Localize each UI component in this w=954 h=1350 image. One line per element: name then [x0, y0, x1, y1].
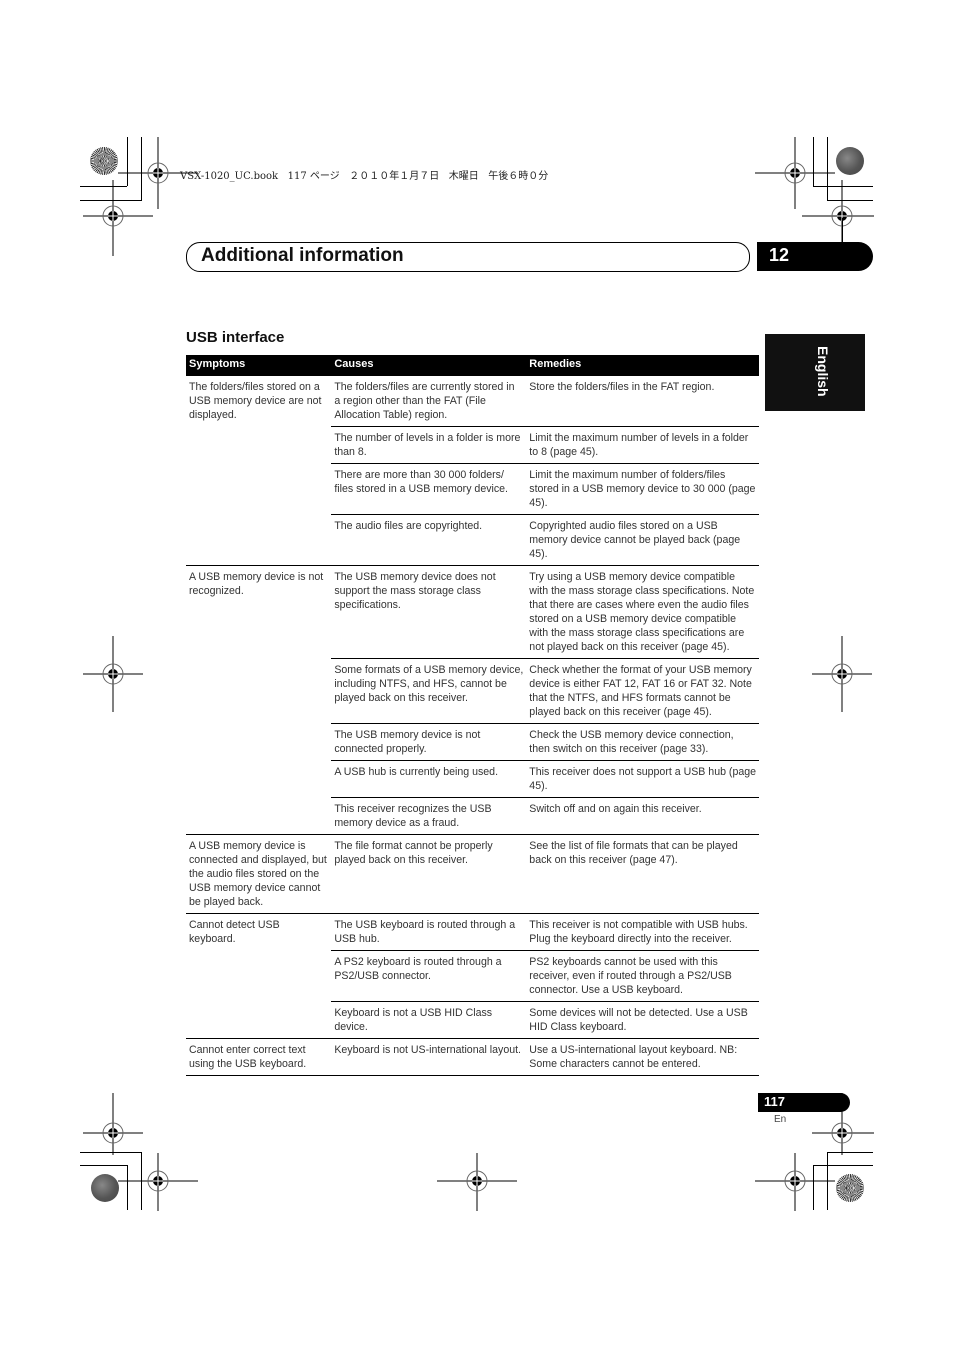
cause-cell: The folders/files are currently stored i… — [334, 381, 515, 421]
remedy-cell: Use a US-international layout keyboard. … — [526, 1038, 759, 1076]
cause-cell: The audio files are copyrighted. — [331, 514, 527, 566]
chapter-number-badge: 12 — [757, 242, 873, 271]
page-number: 117 — [764, 1094, 785, 1109]
remedy-cell: PS2 keyboards cannot be used with this r… — [526, 950, 759, 1002]
remedy-cell: This receiver does not support a USB hub… — [526, 760, 759, 798]
registration-rosette-icon — [90, 147, 118, 175]
remedy-cell: Limit the maximum number of folders/file… — [526, 463, 759, 515]
table-row: A USB memory device is not recognized. Th… — [186, 565, 759, 835]
chapter-title: Additional information — [201, 245, 404, 266]
language-tab-label: English — [815, 346, 831, 397]
remedy-cell: Try using a USB memory device compatible… — [526, 565, 759, 659]
crosshair-icon — [83, 180, 153, 256]
remedy-cell: See the list of file formats that can be… — [526, 834, 759, 914]
cause-cell: The number of levels in a folder is more… — [331, 426, 527, 464]
cause-cell: The file format cannot be properly playe… — [331, 834, 527, 914]
cause-cell: This receiver recognizes the USB memory … — [331, 797, 527, 835]
table-row: A USB memory device is connected and dis… — [186, 834, 759, 914]
chapter-number: 12 — [769, 245, 790, 265]
crosshair-icon — [83, 636, 143, 712]
symptom-cell: A USB memory device is not recognized. — [186, 565, 332, 835]
table-header-row: Symptoms Causes Remedies — [186, 355, 759, 376]
page-number-badge: 117 — [758, 1093, 850, 1112]
page-language: En — [774, 1114, 787, 1125]
remedy-cell: Check the USB memory device connection, … — [526, 723, 759, 761]
section-title: USB interface — [186, 329, 285, 346]
remedy-cell: Copyrighted audio files stored on a USB … — [526, 514, 759, 566]
crosshair-icon — [437, 1153, 517, 1211]
print-file-info: VSX-1020_UC.book 117 ページ ２０１０年１月７日 木曜日 午… — [180, 171, 549, 182]
remedy-cell: Limit the maximum number of levels in a … — [526, 426, 759, 464]
cause-cell: Keyboard is not a USB HID Class device. — [331, 1001, 527, 1039]
table-row: The folders/files stored on a USB memory… — [186, 376, 759, 427]
cause-cell: There are more than 30 000 folders/ file… — [331, 463, 527, 515]
symptom-cell: Cannot enter correct text using the USB … — [186, 1038, 332, 1076]
cause-cell: The USB memory device is not connected p… — [331, 723, 527, 761]
cause-cell: Some formats of a USB memory device, inc… — [331, 658, 527, 724]
registration-rosette-icon — [91, 1174, 119, 1202]
remedy-cell: Switch off and on again this receiver. — [526, 797, 759, 835]
crosshair-icon — [812, 636, 872, 712]
troubleshooting-table: Symptoms Causes Remedies The folders/fil… — [186, 355, 759, 1076]
cause-cell: The USB keyboard is routed through a USB… — [331, 913, 527, 951]
symptom-cell: Cannot detect USB keyboard. — [186, 913, 332, 1039]
header-causes: Causes — [331, 355, 527, 376]
header-symptoms: Symptoms — [186, 355, 332, 376]
crosshair-icon — [755, 1153, 835, 1211]
remedy-cell: Store the folders/files in the FAT regio… — [529, 381, 715, 393]
cause-cell: A USB hub is currently being used. — [331, 760, 527, 798]
chapter-title-box: Additional information — [186, 242, 750, 272]
symptom-cell: The folders/files stored on a USB memory… — [189, 381, 322, 421]
registration-rosette-icon — [836, 1174, 864, 1202]
registration-rosette-icon — [836, 147, 864, 175]
cause-cell: Keyboard is not US-international layout. — [331, 1038, 527, 1076]
cause-cell: The USB memory device does not support t… — [331, 565, 527, 659]
table-row: Cannot detect USB keyboard. The USB keybo… — [186, 913, 759, 1039]
remedy-cell: Some devices will not be detected. Use a… — [526, 1001, 759, 1039]
table-row: Cannot enter correct text using the USB … — [186, 1038, 759, 1076]
remedy-cell: This receiver is not compatible with USB… — [526, 913, 759, 951]
remedy-cell: Check whether the format of your USB mem… — [526, 658, 759, 724]
crosshair-icon — [118, 1153, 198, 1211]
header-remedies: Remedies — [526, 355, 759, 376]
language-tab: English — [765, 334, 865, 411]
cause-cell: A PS2 keyboard is routed through a PS2/U… — [331, 950, 527, 1002]
symptom-cell: A USB memory device is connected and dis… — [186, 834, 332, 914]
